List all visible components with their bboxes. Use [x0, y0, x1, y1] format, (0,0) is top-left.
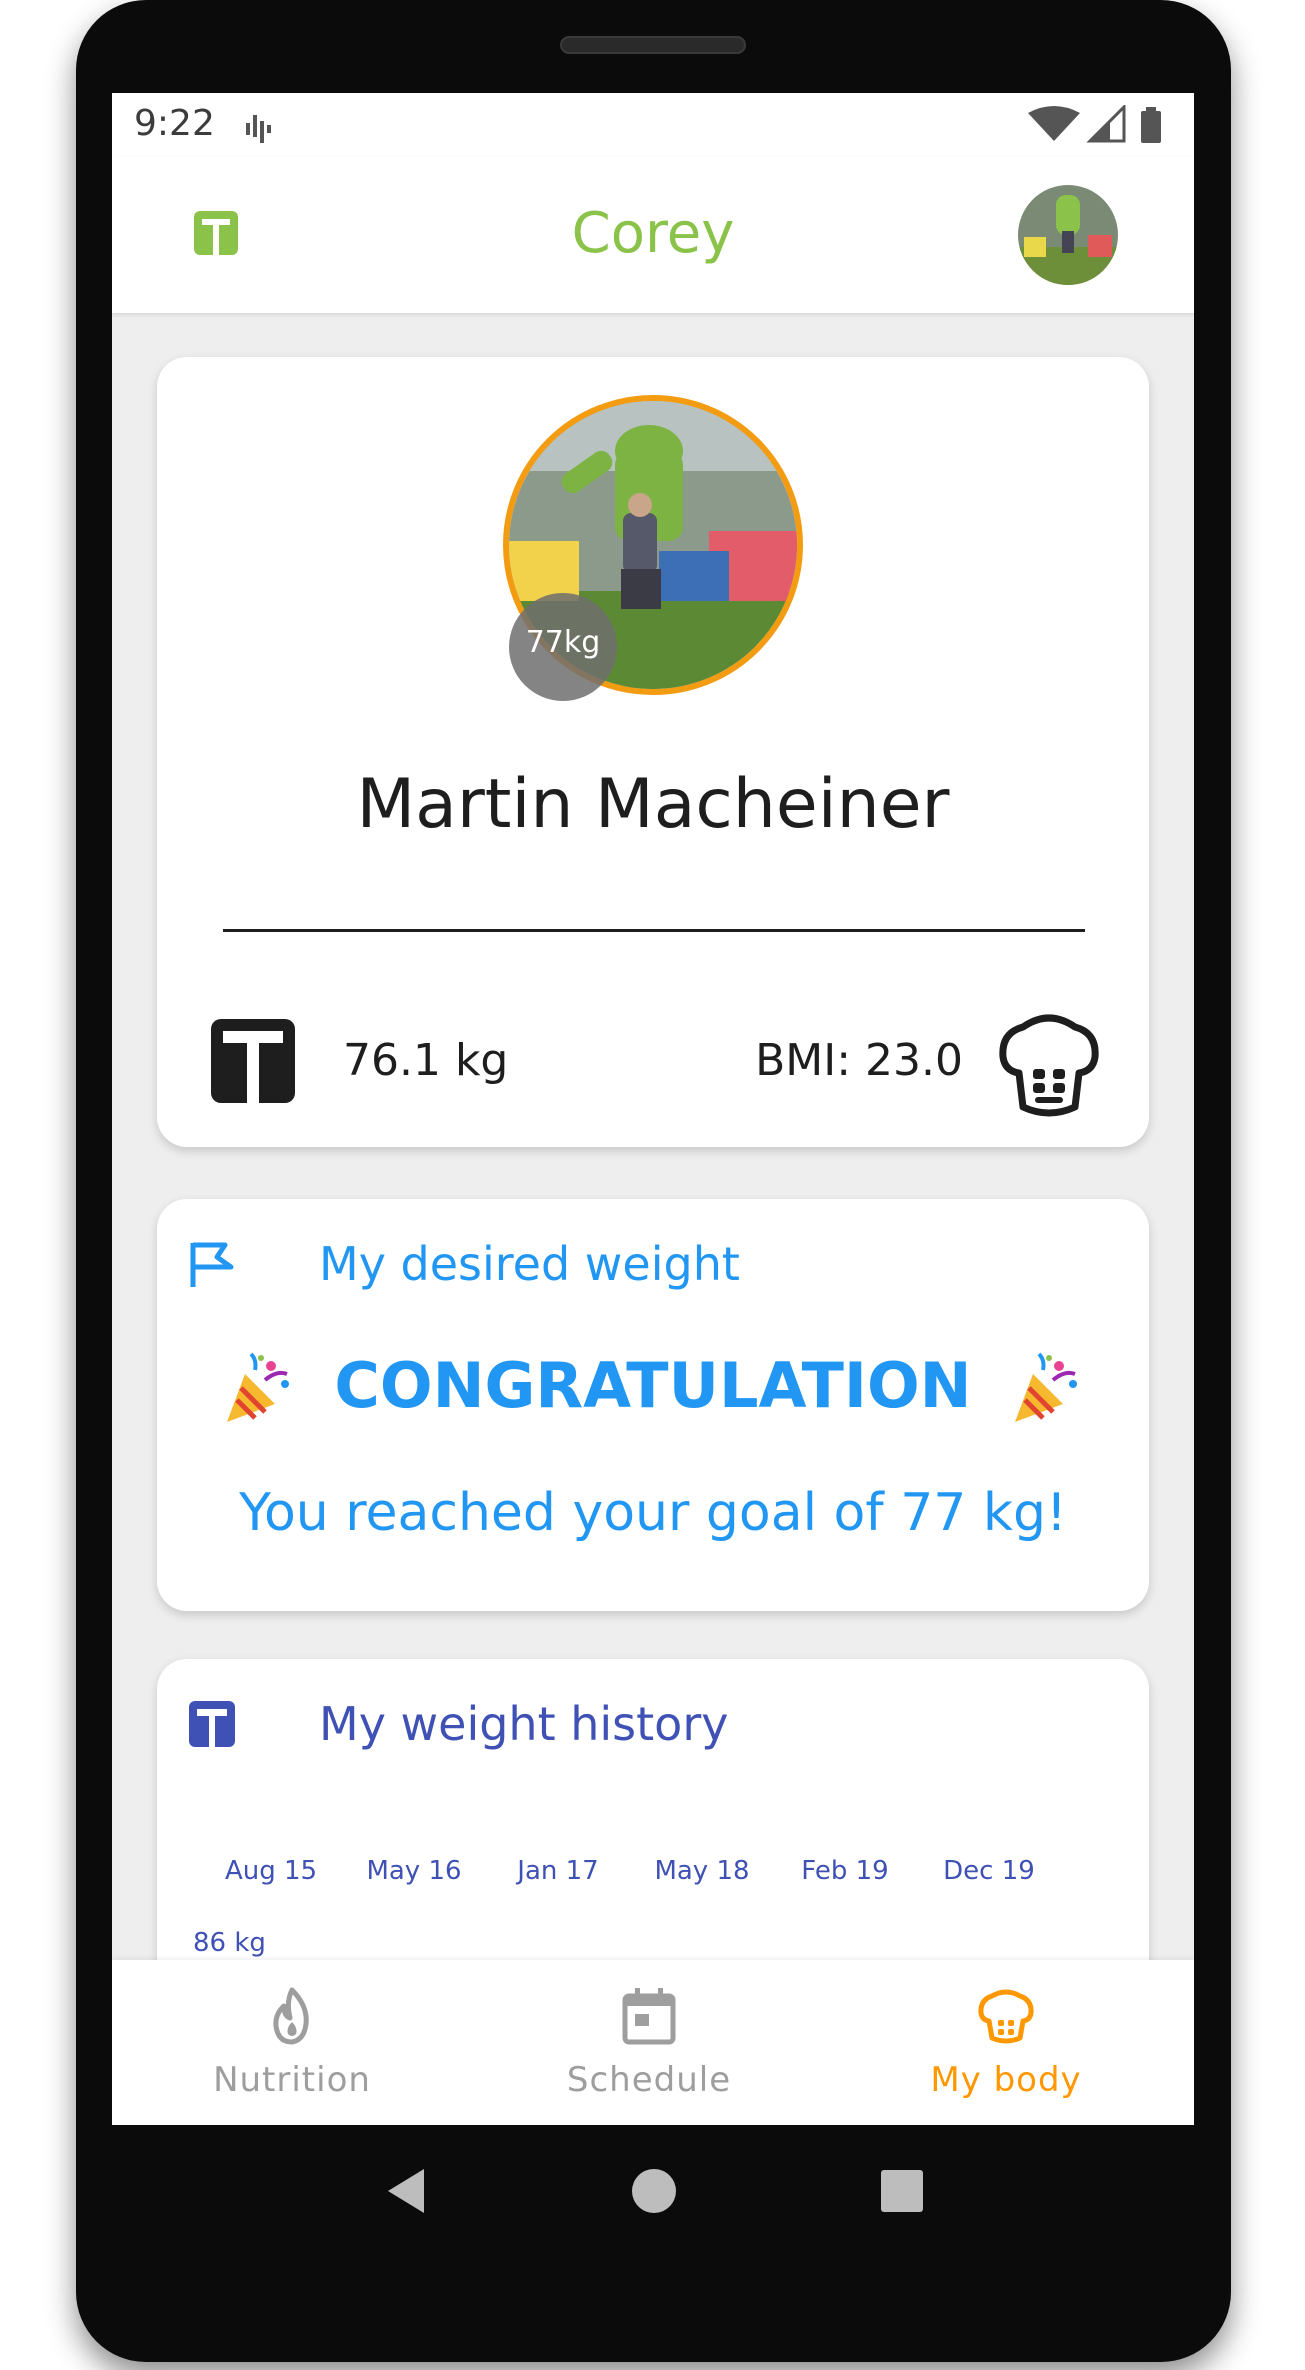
weight-history-title: My weight history — [319, 1697, 729, 1751]
nav-label: Nutrition — [213, 2060, 371, 2100]
x-tick-label: May 18 — [654, 1856, 749, 1886]
nav-item-my-body[interactable]: My body — [826, 1960, 1186, 2125]
divider — [223, 929, 1085, 932]
desired-weight-header: My desired weight — [187, 1233, 1087, 1293]
scale-icon — [189, 1701, 235, 1747]
muscle-body-icon — [999, 1014, 1099, 1117]
nav-label: My body — [930, 2060, 1082, 2100]
earpiece-speaker — [560, 36, 746, 54]
x-tick-label: Feb 19 — [801, 1856, 888, 1886]
muscle-body-icon — [978, 1989, 1034, 2044]
calendar-icon — [622, 1988, 676, 2045]
battery-icon — [1141, 107, 1161, 143]
status-icons — [1028, 105, 1161, 143]
x-tick-label: May 16 — [366, 1856, 461, 1886]
nav-item-schedule[interactable]: Schedule — [469, 1960, 829, 2125]
party-popper-icon — [1015, 1352, 1078, 1422]
wifi-icon — [1028, 106, 1080, 141]
desired-weight-card[interactable]: My desired weight CONGRATULATION You rea… — [157, 1199, 1149, 1611]
bottom-navigation: Nutrition Schedule My body — [112, 1960, 1194, 2125]
system-navigation-bar — [112, 2125, 1194, 2255]
user-avatar[interactable] — [1018, 185, 1118, 285]
current-weight: 76.1 kg — [343, 1035, 509, 1086]
avatar-photo — [1018, 185, 1118, 285]
congrats-banner: CONGRATULATION — [157, 1349, 1149, 1428]
weight-bubble: 77kg — [509, 593, 617, 701]
recents-icon[interactable] — [872, 2161, 932, 2221]
flame-icon — [273, 1987, 309, 2045]
back-icon[interactable] — [376, 2161, 436, 2221]
congrats-text: CONGRATULATION — [334, 1349, 972, 1422]
bmi-value: BMI: 23.0 — [755, 1035, 963, 1086]
x-tick-label: Jan 17 — [515, 1856, 598, 1886]
status-time: 9:22 — [134, 103, 215, 144]
device-frame: 9:22 Corey 77kg Martin Macheiner 76.1 kg… — [76, 0, 1231, 2362]
app-bar: Corey — [112, 157, 1194, 313]
home-icon[interactable] — [624, 2161, 684, 2221]
weight-history-header: My weight history — [187, 1693, 1087, 1753]
party-popper-icon — [226, 1352, 289, 1422]
scale-icon — [211, 1019, 295, 1105]
y-tick-label: 86 kg — [193, 1928, 266, 1958]
nav-item-nutrition[interactable]: Nutrition — [112, 1960, 472, 2125]
flag-icon — [190, 1242, 234, 1287]
sound-wave-icon — [246, 115, 271, 143]
x-tick-label: Aug 15 — [225, 1856, 317, 1886]
status-bar: 9:22 — [112, 93, 1194, 157]
desired-weight-title: My desired weight — [319, 1237, 740, 1291]
x-tick-label: Dec 19 — [943, 1856, 1035, 1886]
nav-label: Schedule — [566, 2060, 732, 2100]
profile-name: Martin Macheiner — [356, 765, 950, 844]
phone-screen: 9:22 Corey 77kg Martin Macheiner 76.1 kg… — [112, 93, 1194, 2125]
goal-reached-message: You reached your goal of 77 kg! — [239, 1483, 1067, 1543]
profile-card: 77kg Martin Macheiner 76.1 kg BMI: 23.0 — [157, 357, 1149, 1147]
cellular-signal-icon — [1086, 105, 1126, 143]
